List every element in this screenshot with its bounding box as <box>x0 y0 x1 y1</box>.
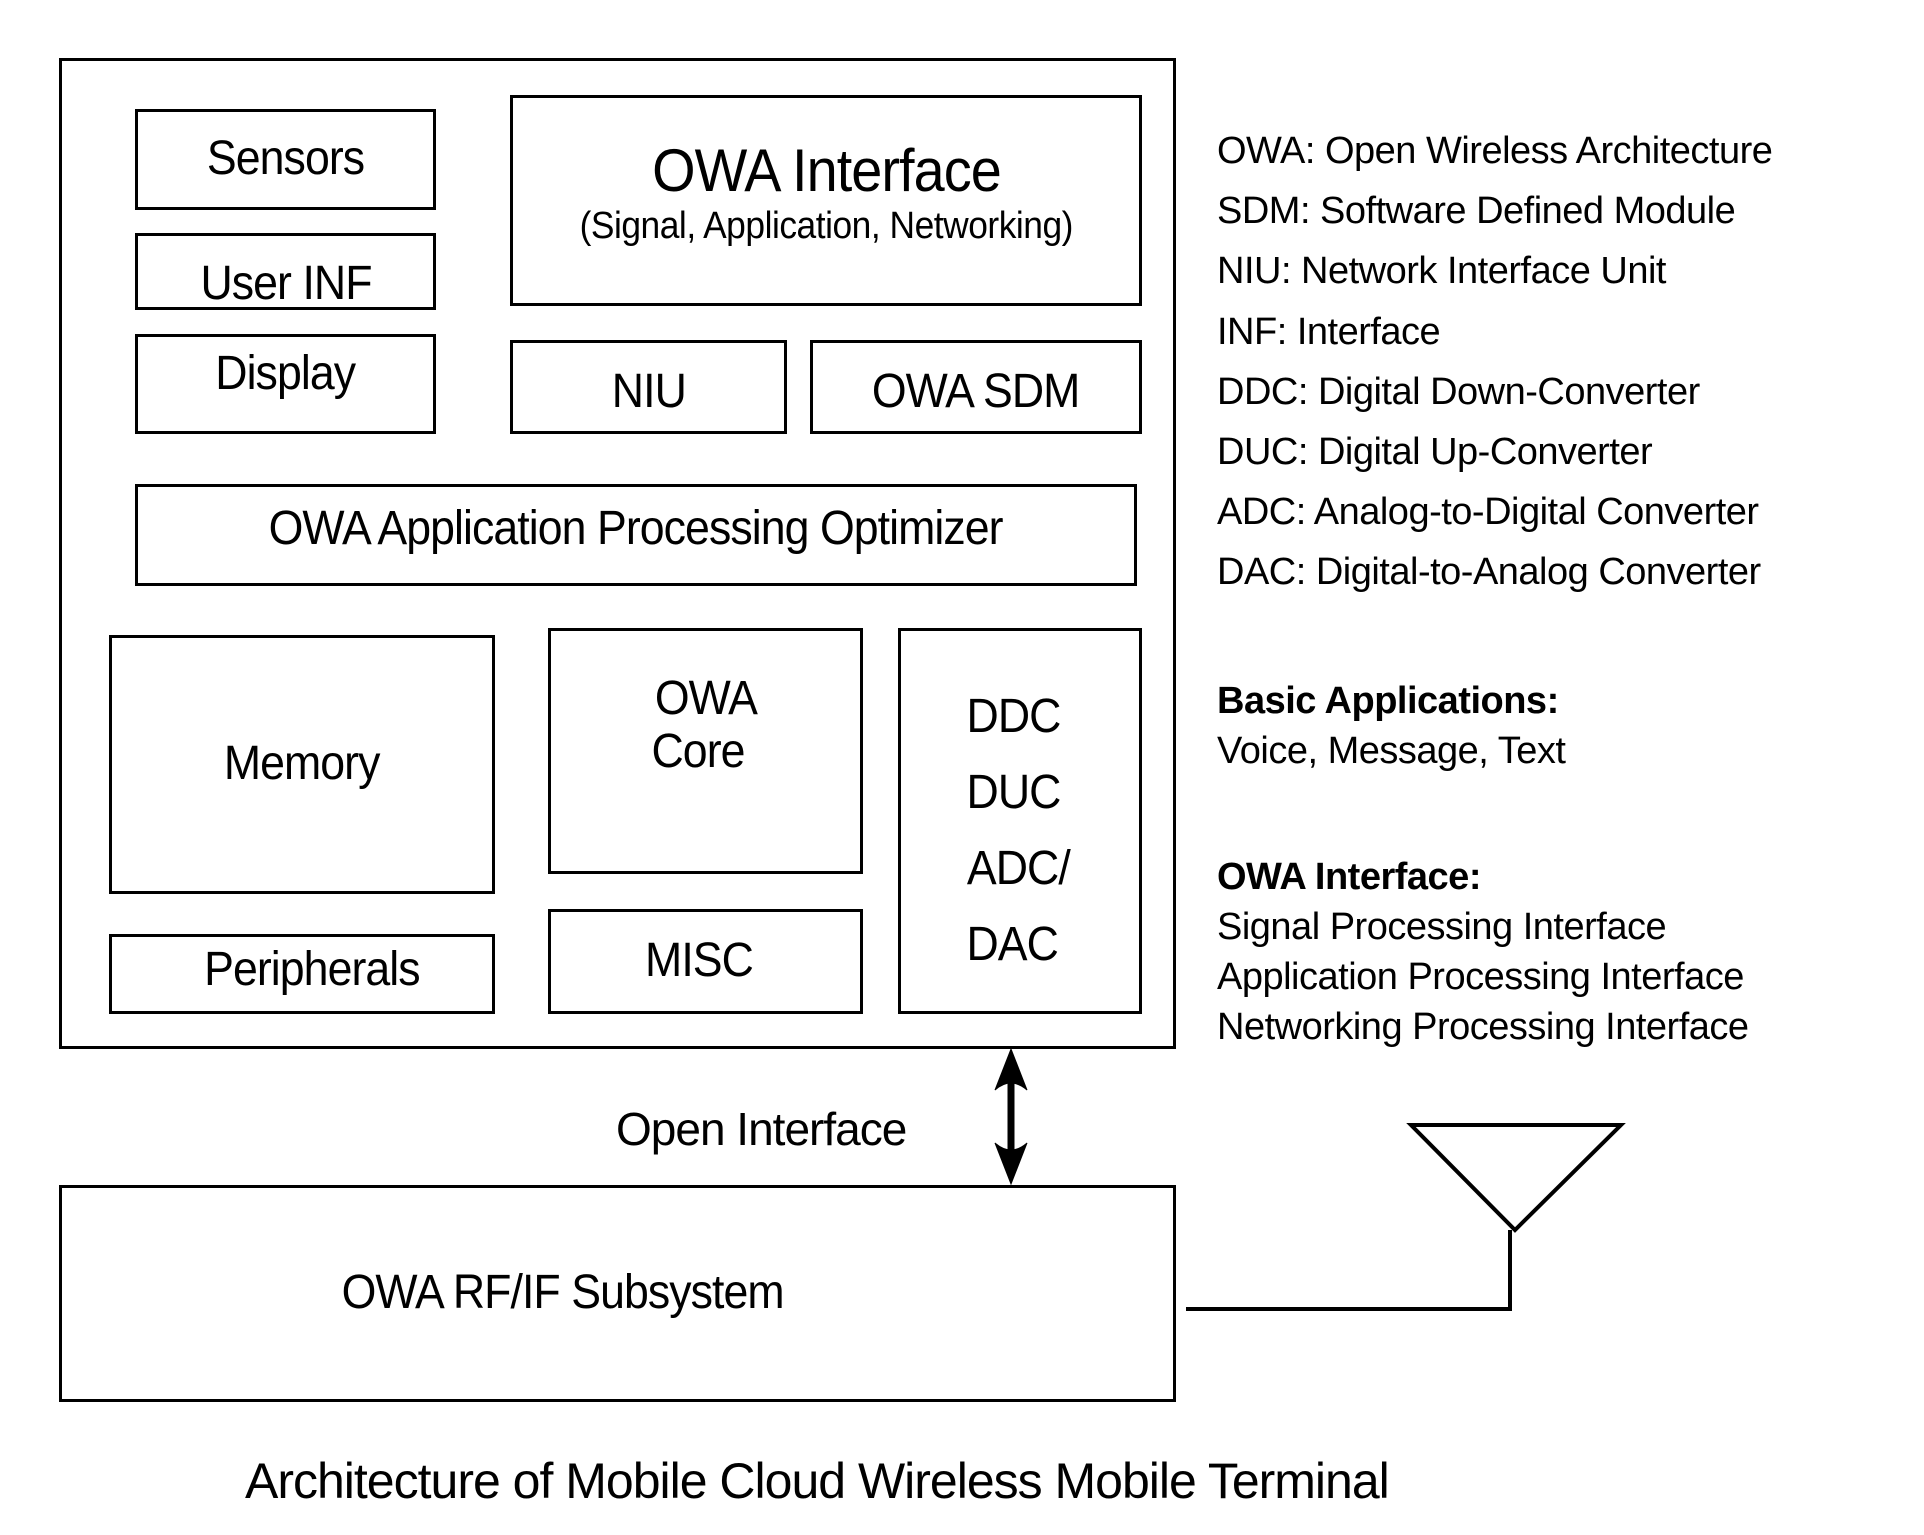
open-interface-arrow <box>994 1047 1028 1186</box>
abbreviation-item: DAC: Digital-to-Analog Converter <box>1217 551 1761 594</box>
owa-interface-notes-section: OWA Interface: Signal Processing Interfa… <box>1217 852 1749 1052</box>
antenna-icon <box>1186 1123 1626 1311</box>
basic-applications-item: Voice, Message, Text <box>1217 730 1566 772</box>
owa-interface-notes-item: Signal Processing Interface <box>1217 906 1667 948</box>
owa-interface-notes-heading: OWA Interface: <box>1217 856 1481 898</box>
basic-applications-heading: Basic Applications: <box>1217 680 1559 722</box>
abbreviation-item: DUC: Digital Up-Converter <box>1217 430 1653 473</box>
basic-applications-section: Basic Applications: Voice, Message, Text <box>1217 676 1566 776</box>
abbreviation-item: OWA: Open Wireless Architecture <box>1217 130 1773 172</box>
abbreviation-item: SDM: Software Defined Module <box>1217 190 1736 233</box>
owa-interface-notes-item: Networking Processing Interface <box>1217 1006 1749 1048</box>
abbreviation-item: ADC: Analog-to-Digital Converter <box>1217 491 1759 534</box>
abbreviation-item: NIU: Network Interface Unit <box>1217 250 1666 293</box>
abbreviation-item: INF: Interface <box>1217 310 1441 353</box>
owa-interface-notes-item: Application Processing Interface <box>1217 956 1744 998</box>
abbreviation-item: DDC: Digital Down-Converter <box>1217 370 1700 413</box>
abbreviation-list: OWA: Open Wireless Architecture SDM: Sof… <box>1217 121 1773 603</box>
diagram-title: Architecture of Mobile Cloud Wireless Mo… <box>245 1453 1390 1509</box>
